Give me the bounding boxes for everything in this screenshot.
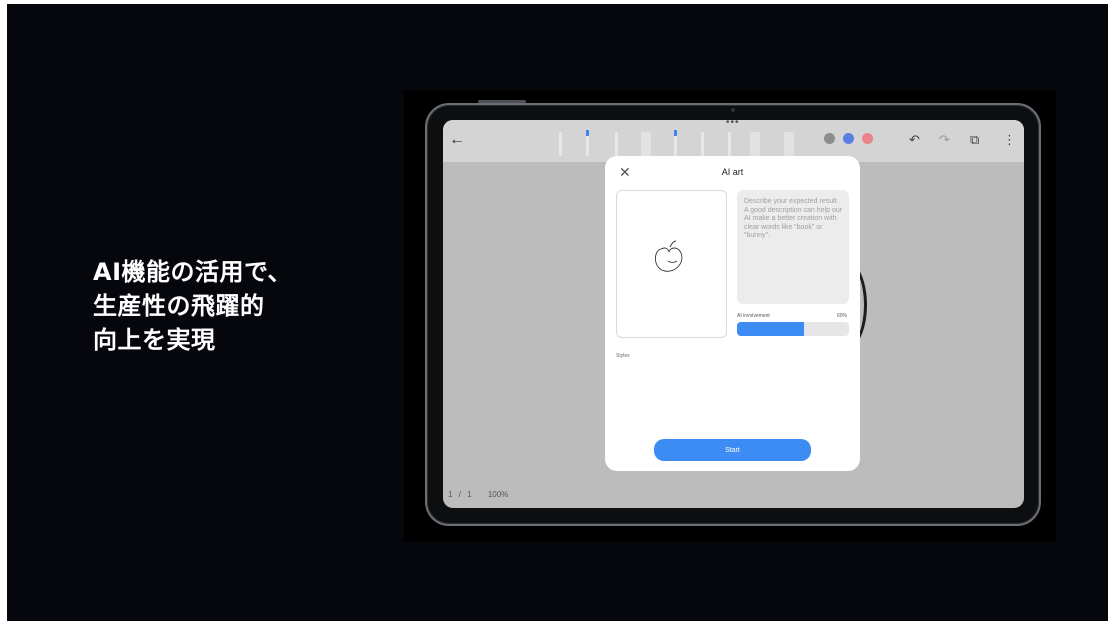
zoom-level[interactable]: 100% xyxy=(488,490,508,499)
headline: AI機能の活用で、 生産性の飛躍的 向上を実現 xyxy=(93,255,292,357)
undo-icon[interactable]: ↶ xyxy=(909,132,920,148)
horizontal-dots-icon[interactable]: ••• xyxy=(726,120,740,128)
redo-icon[interactable]: ↷ xyxy=(939,132,950,148)
involvement-value: 60% xyxy=(837,313,848,319)
share-icon[interactable]: ⧉ xyxy=(970,132,979,148)
eraser-tool[interactable] xyxy=(750,132,760,156)
headline-line-2: 生産性の飛躍的 xyxy=(93,292,265,320)
pen-tool[interactable] xyxy=(586,130,589,156)
calligraphy-tool[interactable] xyxy=(701,132,704,156)
headline-line-3: 向上を実現 xyxy=(93,326,216,354)
involvement-slider[interactable] xyxy=(737,322,849,336)
involvement-label: AI involvement xyxy=(737,313,770,319)
prompt-input[interactable]: Describe your expected result. A good de… xyxy=(737,190,849,304)
fineliner-tool[interactable] xyxy=(615,132,618,156)
start-button[interactable]: Start xyxy=(654,439,811,461)
marker-tool[interactable] xyxy=(641,132,651,156)
lasso-tool[interactable] xyxy=(784,132,794,156)
vertical-dots-icon[interactable]: ⋮ xyxy=(1003,132,1016,148)
apple-sketch-icon xyxy=(655,240,683,272)
dialog-title: AI art xyxy=(721,167,744,177)
color-swatch-1[interactable] xyxy=(824,133,835,144)
color-swatch-3[interactable] xyxy=(862,133,873,144)
brush-tool[interactable] xyxy=(674,130,677,156)
crayon-tool[interactable] xyxy=(728,132,731,156)
page-count: 1 / 1 xyxy=(448,490,472,499)
styles-label: Styles xyxy=(616,353,630,359)
color-swatch-2[interactable] xyxy=(843,133,854,144)
sketch-canvas[interactable] xyxy=(616,190,727,338)
ai-art-dialog: ✕ AI art Describe your expected result. … xyxy=(605,156,860,471)
page-indicator: 1 / 1 100% xyxy=(448,490,518,499)
pencil-tool[interactable] xyxy=(559,132,562,156)
arrow-left-icon[interactable]: ← xyxy=(449,131,465,149)
camera-icon xyxy=(731,108,735,112)
prompt-placeholder: Describe your expected result. A good de… xyxy=(744,198,843,240)
involvement-slider-fill xyxy=(737,322,805,336)
headline-line-1: AI機能の活用で、 xyxy=(93,258,293,286)
